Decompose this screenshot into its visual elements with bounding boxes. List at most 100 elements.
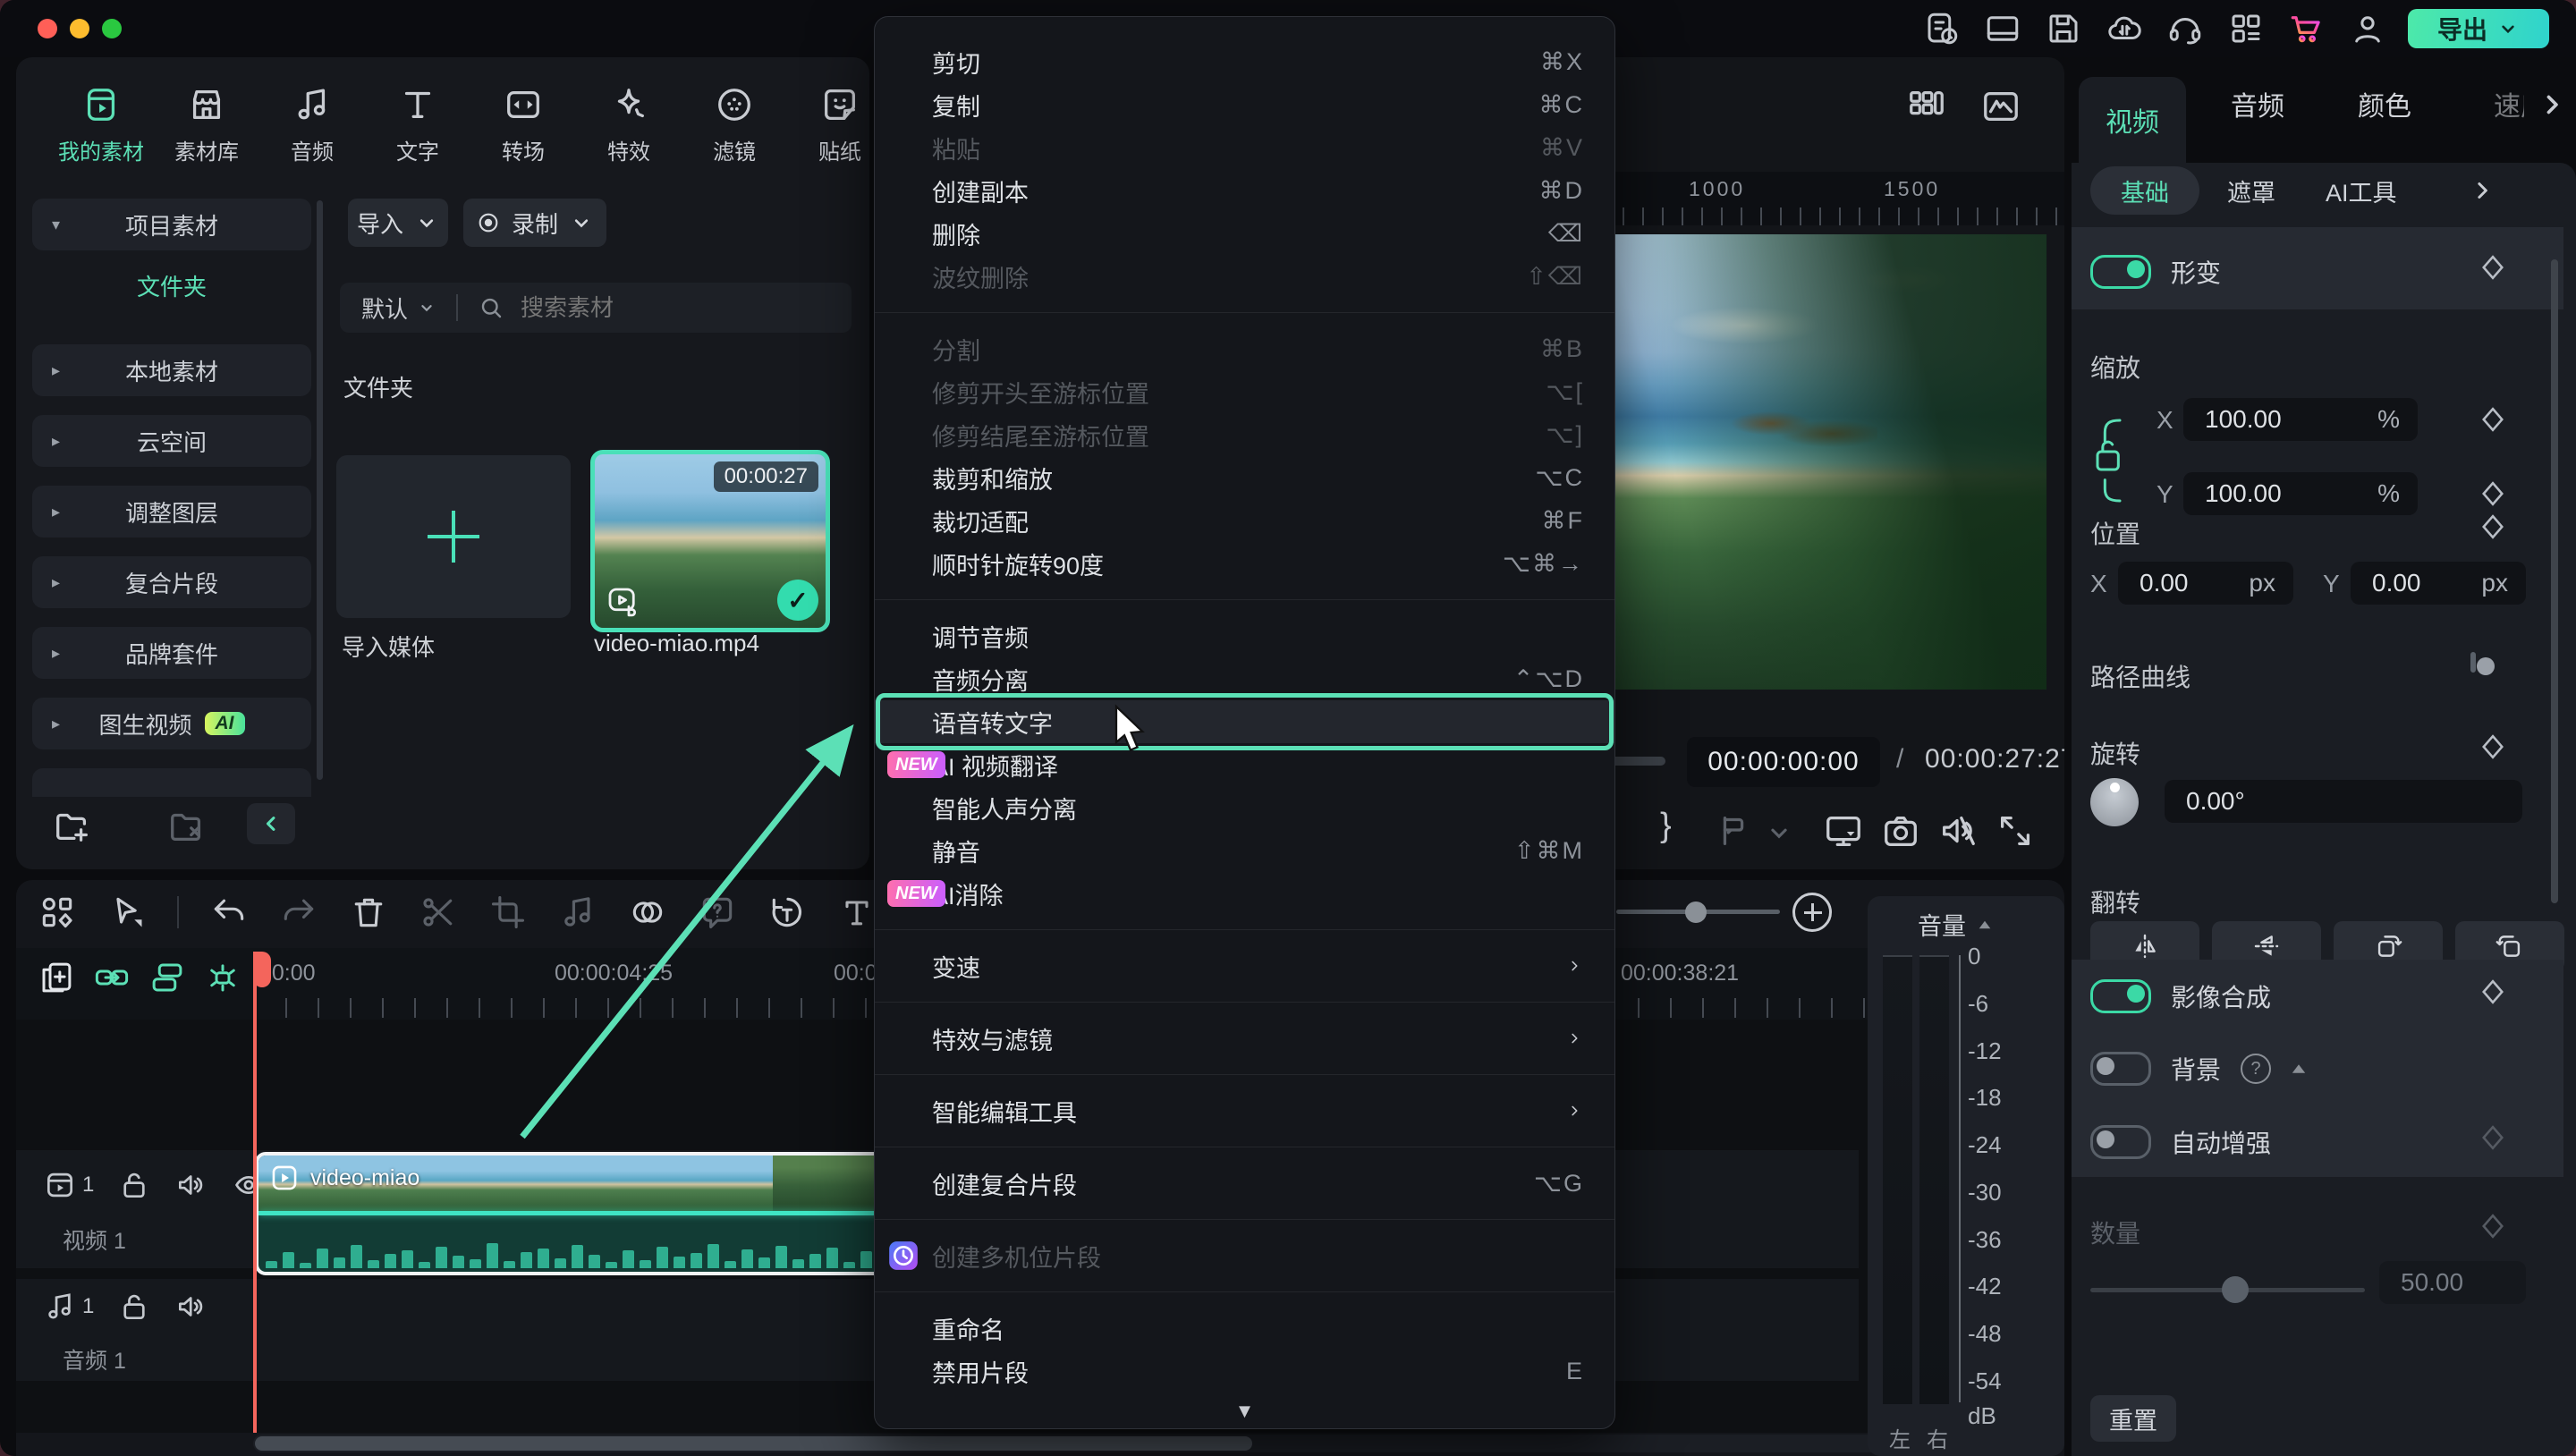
timeline-horizontal-scrollbar[interactable] xyxy=(253,1435,2064,1452)
reset-button[interactable]: 重置 xyxy=(2090,1395,2176,1442)
marker-flag-icon[interactable] xyxy=(1713,810,1754,851)
menu-item[interactable]: 裁切适配⌘F xyxy=(875,499,1614,542)
rotation-input[interactable]: 0.00° xyxy=(2165,780,2522,823)
crop-icon[interactable] xyxy=(488,893,528,932)
support-headset-icon[interactable] xyxy=(2166,10,2204,47)
menu-item[interactable]: 禁用片段E xyxy=(875,1350,1614,1393)
sidebar-item[interactable]: ▸复合片段 xyxy=(32,556,311,608)
playhead-handle[interactable] xyxy=(253,952,271,987)
menu-item[interactable]: 顺时针旋转90度⌥⌘→ xyxy=(875,542,1614,585)
add-text-icon[interactable] xyxy=(837,893,877,932)
minimize-window-button[interactable] xyxy=(70,19,89,38)
split-view-icon[interactable] xyxy=(148,959,186,996)
collapse-sidebar-button[interactable] xyxy=(247,803,295,844)
menu-item[interactable]: 智能人声分离 xyxy=(875,786,1614,829)
sidebar-scrollbar[interactable] xyxy=(317,200,323,780)
sidebar-item-partial[interactable] xyxy=(32,768,311,797)
add-media-icon[interactable] xyxy=(38,959,75,996)
menu-item[interactable]: 裁剪和缩放⌥C xyxy=(875,456,1614,499)
sidebar-item[interactable]: ▸图生视频AI xyxy=(32,698,311,749)
playhead-line[interactable] xyxy=(253,952,257,1433)
keyframe-diamond-icon[interactable] xyxy=(2476,402,2510,436)
more-subtabs-chevron-icon[interactable] xyxy=(2469,177,2496,204)
sidebar-item[interactable]: ▸本地素材 xyxy=(32,344,311,396)
import-button[interactable]: 导入 xyxy=(348,199,448,247)
scrollbar-thumb[interactable] xyxy=(255,1436,1252,1451)
props-subtab-3[interactable]: AI工具 xyxy=(2313,166,2410,215)
sort-dropdown[interactable]: 默认 xyxy=(361,292,408,325)
props-tab-4[interactable]: 速度 xyxy=(2494,84,2524,123)
record-button[interactable]: 录制 xyxy=(463,199,606,247)
menu-item[interactable]: 智能编辑工具 xyxy=(875,1089,1614,1132)
link-clips-icon[interactable] xyxy=(93,959,131,996)
text-to-speech-icon[interactable] xyxy=(767,893,807,932)
speaker-icon[interactable] xyxy=(174,1290,208,1324)
menu-item[interactable]: NEWAI 视频翻译 xyxy=(875,743,1614,786)
display-mode-icon[interactable] xyxy=(1823,810,1864,851)
grid-view-icon[interactable] xyxy=(1906,86,1947,127)
redo-icon[interactable] xyxy=(279,893,318,932)
tab-transition[interactable]: 转场 xyxy=(470,68,576,181)
menu-item[interactable]: 删除⌫ xyxy=(875,212,1614,255)
save-icon[interactable] xyxy=(2045,10,2082,47)
path-curve-toggle[interactable] xyxy=(2470,652,2476,673)
user-account-icon[interactable] xyxy=(2349,10,2386,47)
amount-slider-knob[interactable] xyxy=(2222,1276,2249,1303)
menu-item[interactable]: 变速 xyxy=(875,944,1614,987)
export-button[interactable]: 导出 xyxy=(2408,9,2549,48)
scale-x-input[interactable]: 100.00 % xyxy=(2183,398,2418,441)
menu-item[interactable]: 调节音频 xyxy=(875,614,1614,657)
audio-tool-icon[interactable] xyxy=(558,893,597,932)
keyframe-diamond-icon[interactable] xyxy=(2476,975,2510,1009)
transform-toggle[interactable] xyxy=(2090,255,2151,289)
new-folder-icon[interactable] xyxy=(52,805,93,846)
props-subtab-1[interactable]: 基础 xyxy=(2090,166,2199,215)
shopping-cart-icon[interactable] xyxy=(2288,10,2326,47)
sidebar-item-selected[interactable]: 文件夹 xyxy=(32,266,311,305)
props-tab-2[interactable]: 音频 xyxy=(2231,84,2284,123)
apps-grid-icon[interactable] xyxy=(2227,10,2265,47)
media-clip-card[interactable]: 00:00:27 ✓ xyxy=(590,450,830,632)
tab-my-media[interactable]: 我的素材 xyxy=(48,68,154,181)
tab-filters[interactable]: 滤镜 xyxy=(682,68,787,181)
mark-out-button[interactable]: } xyxy=(1660,807,1672,848)
scale-y-input[interactable]: 100.00 % xyxy=(2183,472,2418,515)
tab-music-note[interactable]: 音频 xyxy=(259,68,365,181)
unlock-icon[interactable] xyxy=(117,1290,151,1324)
zoom-window-button[interactable] xyxy=(102,19,122,38)
position-x-input[interactable]: 0.00 px xyxy=(2118,562,2293,605)
menu-scroll-down-indicator[interactable]: ▼ xyxy=(875,1400,1614,1423)
chevron-down-icon[interactable] xyxy=(1764,817,1794,848)
project-history-icon[interactable] xyxy=(1923,10,1961,47)
undo-icon[interactable] xyxy=(209,893,249,932)
layout-panel-icon[interactable] xyxy=(1984,10,2021,47)
video-scope-icon[interactable] xyxy=(1980,86,2021,127)
trash-icon[interactable] xyxy=(349,893,388,932)
unlock-icon[interactable] xyxy=(117,1168,151,1202)
props-tab-3[interactable]: 颜色 xyxy=(2358,84,2411,123)
keyframe-diamond-icon[interactable] xyxy=(2476,730,2510,764)
menu-item[interactable]: 创建复合片段⌥G xyxy=(875,1162,1614,1205)
position-y-input[interactable]: 0.00 px xyxy=(2351,562,2526,605)
tab-stock-media[interactable]: 素材库 xyxy=(154,68,259,181)
tab-text[interactable]: 文字 xyxy=(365,68,470,181)
menu-item[interactable]: 剪切⌘X xyxy=(875,40,1614,83)
speech-bubble-icon[interactable] xyxy=(698,893,737,932)
delete-folder-icon[interactable] xyxy=(166,805,208,846)
fullscreen-icon[interactable] xyxy=(1995,810,2036,851)
zoom-in-button[interactable] xyxy=(1792,893,1832,932)
compositing-toggle[interactable] xyxy=(2090,979,2151,1013)
snap-icon[interactable] xyxy=(204,959,242,996)
menu-item[interactable]: 语音转文字 xyxy=(875,700,1614,743)
collapse-meter-icon[interactable] xyxy=(1979,920,1991,927)
menu-item[interactable]: 静音⇧⌘M xyxy=(875,829,1614,872)
current-timecode[interactable]: 00:00:00:00 xyxy=(1687,737,1880,787)
auto-enhance-toggle[interactable] xyxy=(2090,1125,2151,1159)
properties-scrollbar[interactable] xyxy=(2551,259,2558,903)
select-cursor-icon[interactable] xyxy=(107,893,147,932)
link-scale-lock-icon[interactable] xyxy=(2093,402,2129,519)
props-subtab-2[interactable]: 遮罩 xyxy=(2215,166,2288,215)
close-window-button[interactable] xyxy=(38,19,57,38)
timeline-zoom-knob[interactable] xyxy=(1685,902,1707,923)
menu-item[interactable]: 重命名 xyxy=(875,1307,1614,1350)
